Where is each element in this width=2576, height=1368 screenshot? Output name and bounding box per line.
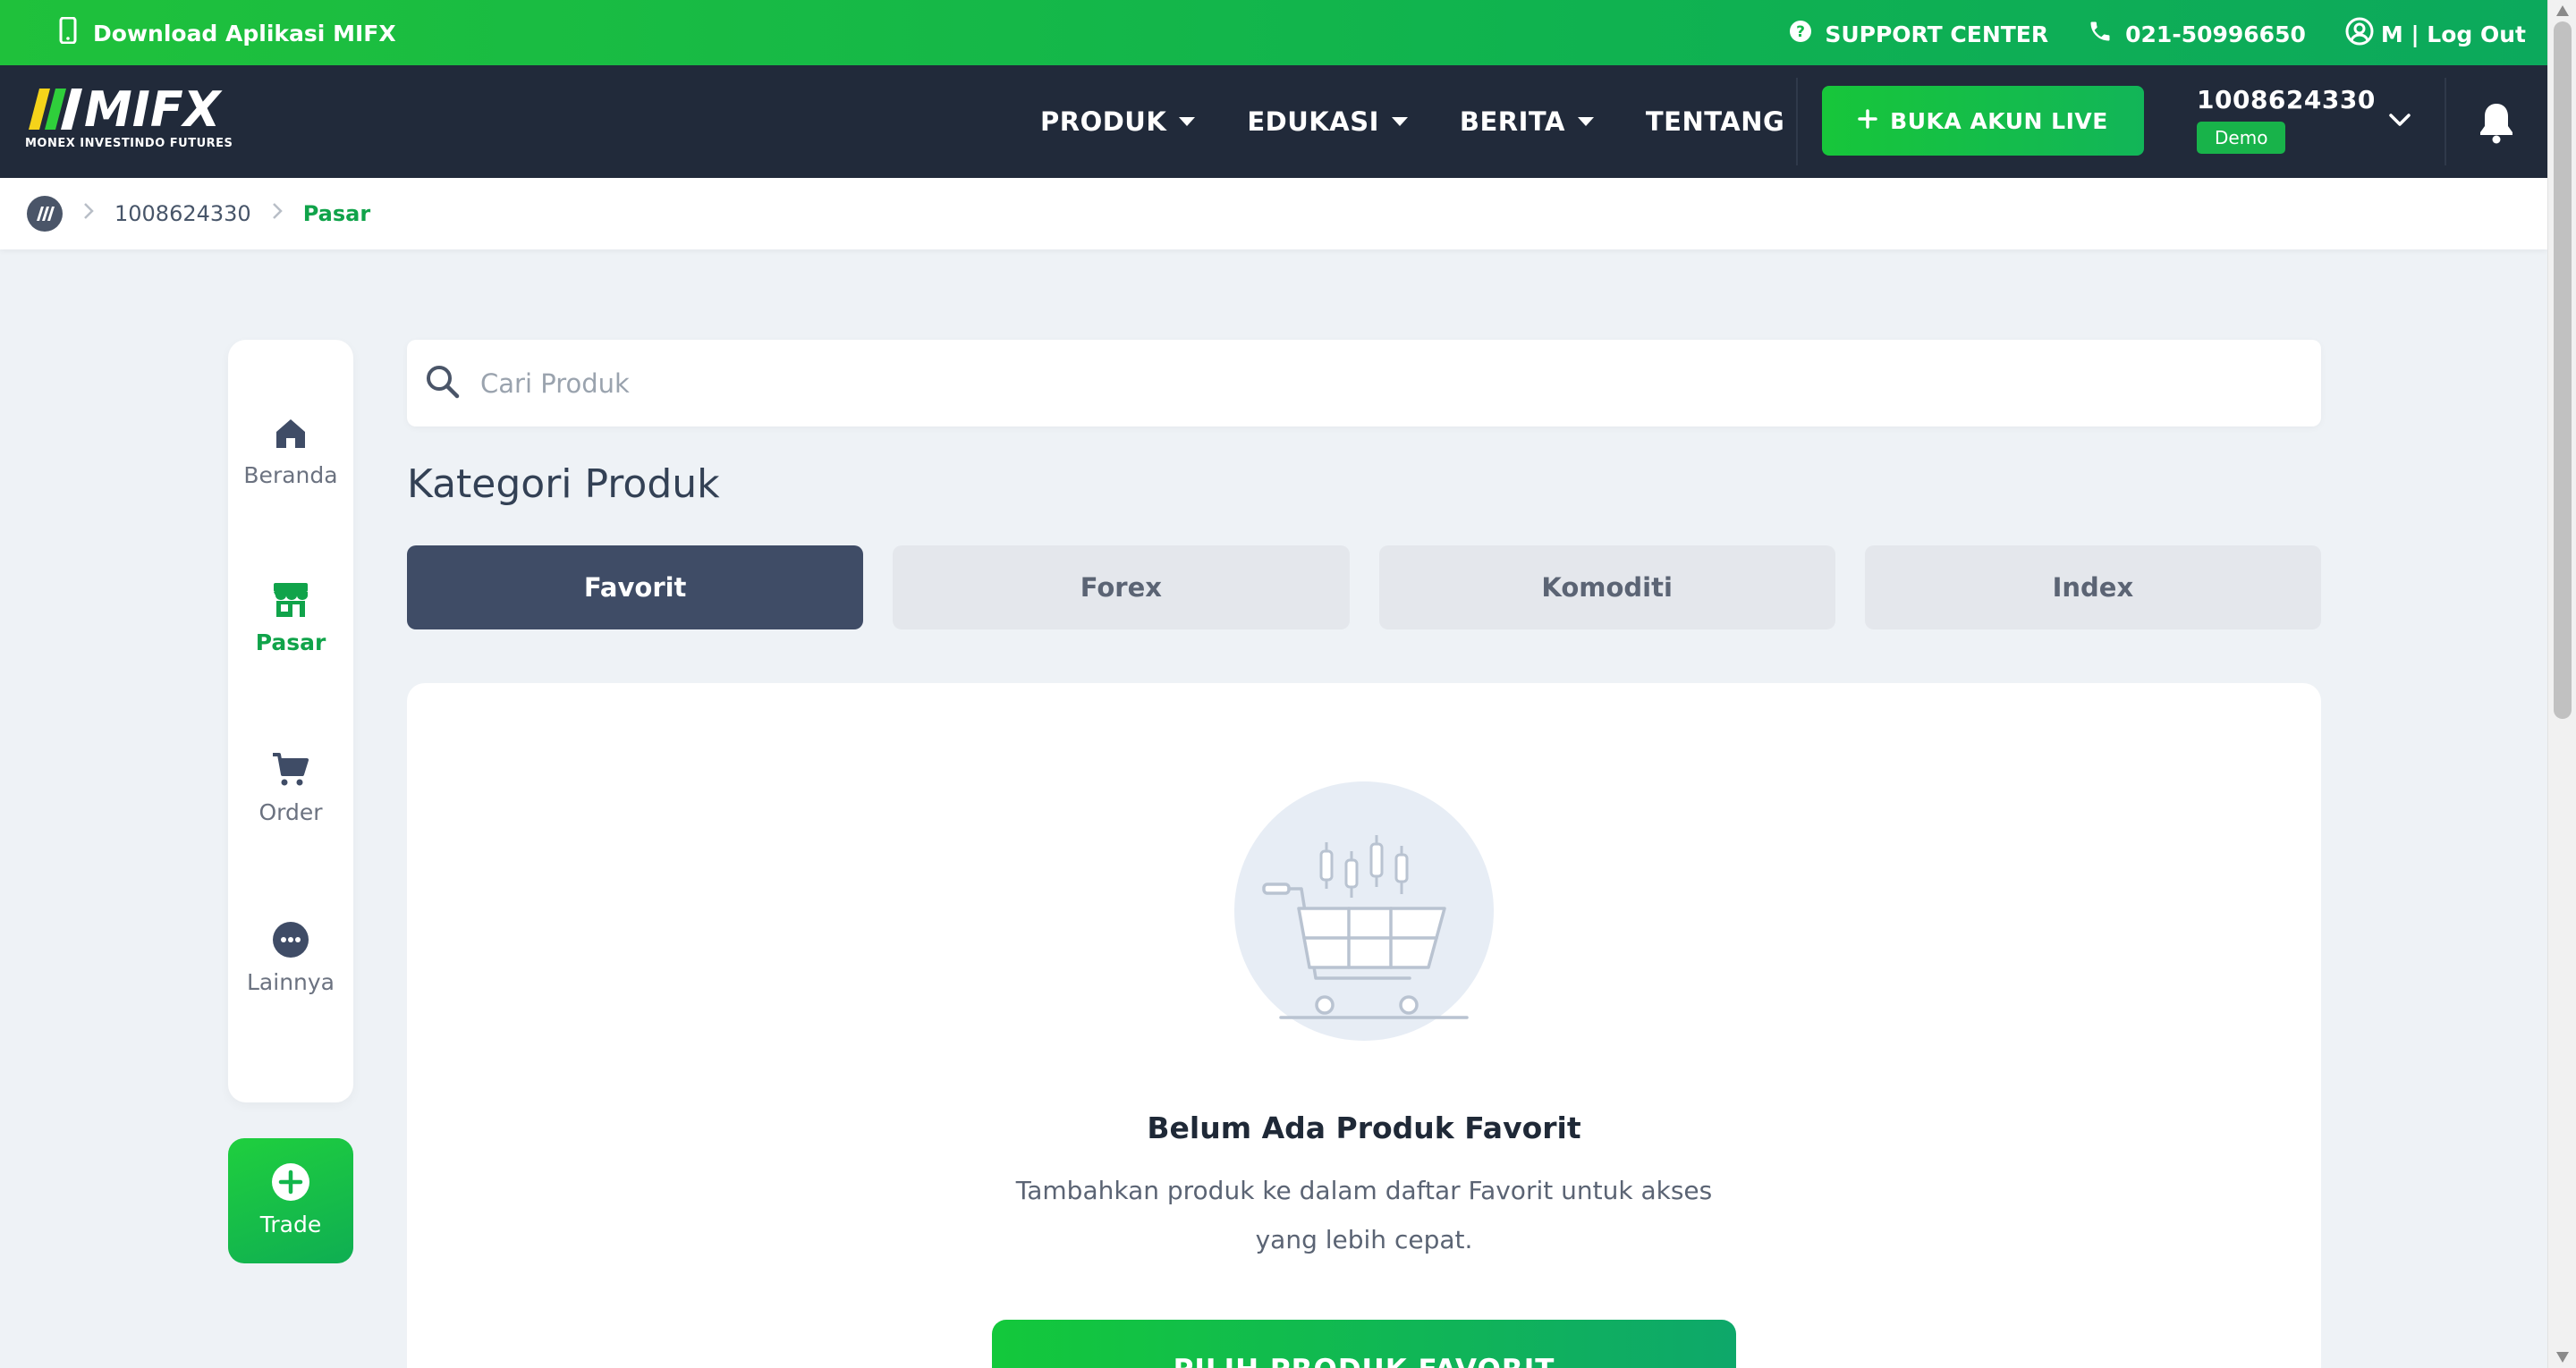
main-menu: PRODUK EDUKASI BERITA TENTANG	[1040, 65, 1784, 178]
caret-down-icon	[1577, 117, 1594, 126]
breadcrumb-current: Pasar	[302, 201, 371, 226]
menu-berita-label: BERITA	[1459, 106, 1565, 137]
open-live-account-label: BUKA AKUN LIVE	[1890, 107, 2108, 134]
nav-divider	[1796, 78, 1798, 165]
product-search[interactable]: Cari Produk	[407, 340, 2321, 426]
sidebar-item-pasar[interactable]: Pasar	[228, 581, 353, 655]
plus-icon	[1858, 108, 1877, 134]
sidebar-item-order[interactable]: Order	[228, 751, 353, 825]
phone-device-icon	[59, 16, 77, 49]
menu-edukasi-label: EDUKASI	[1247, 106, 1379, 137]
tab-forex[interactable]: Forex	[893, 545, 1350, 629]
cart-icon	[228, 751, 353, 789]
side-nav: Beranda Pasar Order Lainnya	[228, 340, 353, 1102]
menu-berita[interactable]: BERITA	[1460, 106, 1594, 137]
tab-index[interactable]: Index	[1864, 545, 2321, 629]
empty-state-description: Tambahkan produk ke dalam daftar Favorit…	[1015, 1176, 1713, 1254]
svg-text:?: ?	[1796, 23, 1805, 41]
caret-down-icon	[1391, 117, 1408, 126]
help-icon: ?	[1789, 20, 1812, 48]
account-number: 1008624330	[2197, 85, 2376, 114]
chevron-down-icon[interactable]	[2388, 112, 2411, 131]
empty-cart-chart-icon	[1234, 781, 1494, 1044]
store-icon	[228, 581, 353, 619]
trade-button[interactable]: Trade	[228, 1138, 353, 1263]
choose-favorite-label: PILIH PRODUK FAVORIT	[1174, 1354, 1555, 1368]
home-icon	[228, 416, 353, 452]
scroll-down-arrow-icon[interactable]	[2556, 1352, 2569, 1363]
top-bar: Download Aplikasi MIFX ? SUPPORT CENTER …	[0, 0, 2547, 65]
choose-favorite-button[interactable]: PILIH PRODUK FAVORIT	[992, 1320, 1736, 1368]
menu-tentang[interactable]: TENTANG	[1646, 106, 1784, 137]
menu-produk-label: PRODUK	[1040, 106, 1167, 137]
empty-state-title: Belum Ada Produk Favorit	[1147, 1110, 1581, 1145]
mifx-logo-mark: MIFX	[29, 81, 223, 138]
chevron-right-icon	[271, 201, 284, 226]
user-logout-link[interactable]: M | Log Out	[2345, 17, 2526, 51]
search-icon	[425, 364, 461, 403]
open-live-account-button[interactable]: BUKA AKUN LIVE	[1822, 86, 2144, 156]
nav-divider	[2445, 78, 2446, 165]
tab-favorit[interactable]: Favorit	[407, 545, 864, 629]
breadcrumb: 1008624330 Pasar	[0, 178, 2547, 249]
tab-komoditi[interactable]: Komoditi	[1378, 545, 1835, 629]
phone-link[interactable]: 021-50996650	[2088, 19, 2306, 49]
plus-circle-icon	[228, 1138, 353, 1203]
menu-tentang-label: TENTANG	[1645, 106, 1785, 137]
caret-down-icon	[1179, 117, 1196, 126]
sidebar-item-label: Order	[258, 799, 323, 825]
sidebar-item-label: Lainnya	[247, 969, 335, 995]
main-navbar: MIFX MONEX INVESTINDO FUTURES PRODUK EDU…	[0, 65, 2547, 178]
support-center-link[interactable]: ? SUPPORT CENTER	[1789, 20, 2048, 48]
scrollbar-thumb[interactable]	[2554, 21, 2572, 719]
more-icon	[228, 921, 353, 958]
breadcrumb-home-icon[interactable]	[27, 196, 63, 232]
user-circle-icon	[2345, 17, 2374, 51]
breadcrumb-account[interactable]: 1008624330	[114, 201, 251, 226]
account-switcher[interactable]: 1008624330 Demo	[2197, 85, 2376, 154]
phone-icon	[2088, 19, 2113, 49]
menu-edukasi[interactable]: EDUKASI	[1247, 106, 1408, 137]
chevron-right-icon	[82, 201, 95, 226]
menu-produk[interactable]: PRODUK	[1040, 106, 1196, 137]
support-center-label: SUPPORT CENTER	[1825, 21, 2049, 47]
download-app-link[interactable]: Download Aplikasi MIFX	[59, 16, 396, 49]
sidebar-item-label: Pasar	[255, 629, 326, 655]
sidebar-item-beranda[interactable]: Beranda	[228, 416, 353, 488]
category-tabs: Favorit Forex Komoditi Index	[407, 545, 2321, 629]
page-title: Kategori Produk	[407, 461, 720, 507]
phone-number: 021-50996650	[2125, 21, 2306, 47]
favorites-card: Belum Ada Produk Favorit Tambahkan produ…	[407, 683, 2321, 1368]
sidebar-item-lainnya[interactable]: Lainnya	[228, 921, 353, 995]
scroll-up-arrow-icon[interactable]	[2556, 5, 2569, 16]
logo-text: MIFX	[84, 87, 223, 131]
trade-label: Trade	[259, 1212, 322, 1237]
search-input[interactable]: Cari Produk	[480, 368, 630, 399]
sidebar-item-label: Beranda	[243, 462, 338, 488]
account-type-badge: Demo	[2197, 122, 2286, 154]
download-app-label: Download Aplikasi MIFX	[93, 20, 396, 46]
notification-bell-icon[interactable]	[2478, 101, 2515, 148]
user-logout-label: M | Log Out	[2380, 21, 2526, 47]
page-scrollbar[interactable]	[2547, 0, 2576, 1368]
logo-subtitle: MONEX INVESTINDO FUTURES	[25, 137, 233, 150]
mifx-logo[interactable]: MIFX MONEX INVESTINDO FUTURES	[25, 81, 249, 150]
